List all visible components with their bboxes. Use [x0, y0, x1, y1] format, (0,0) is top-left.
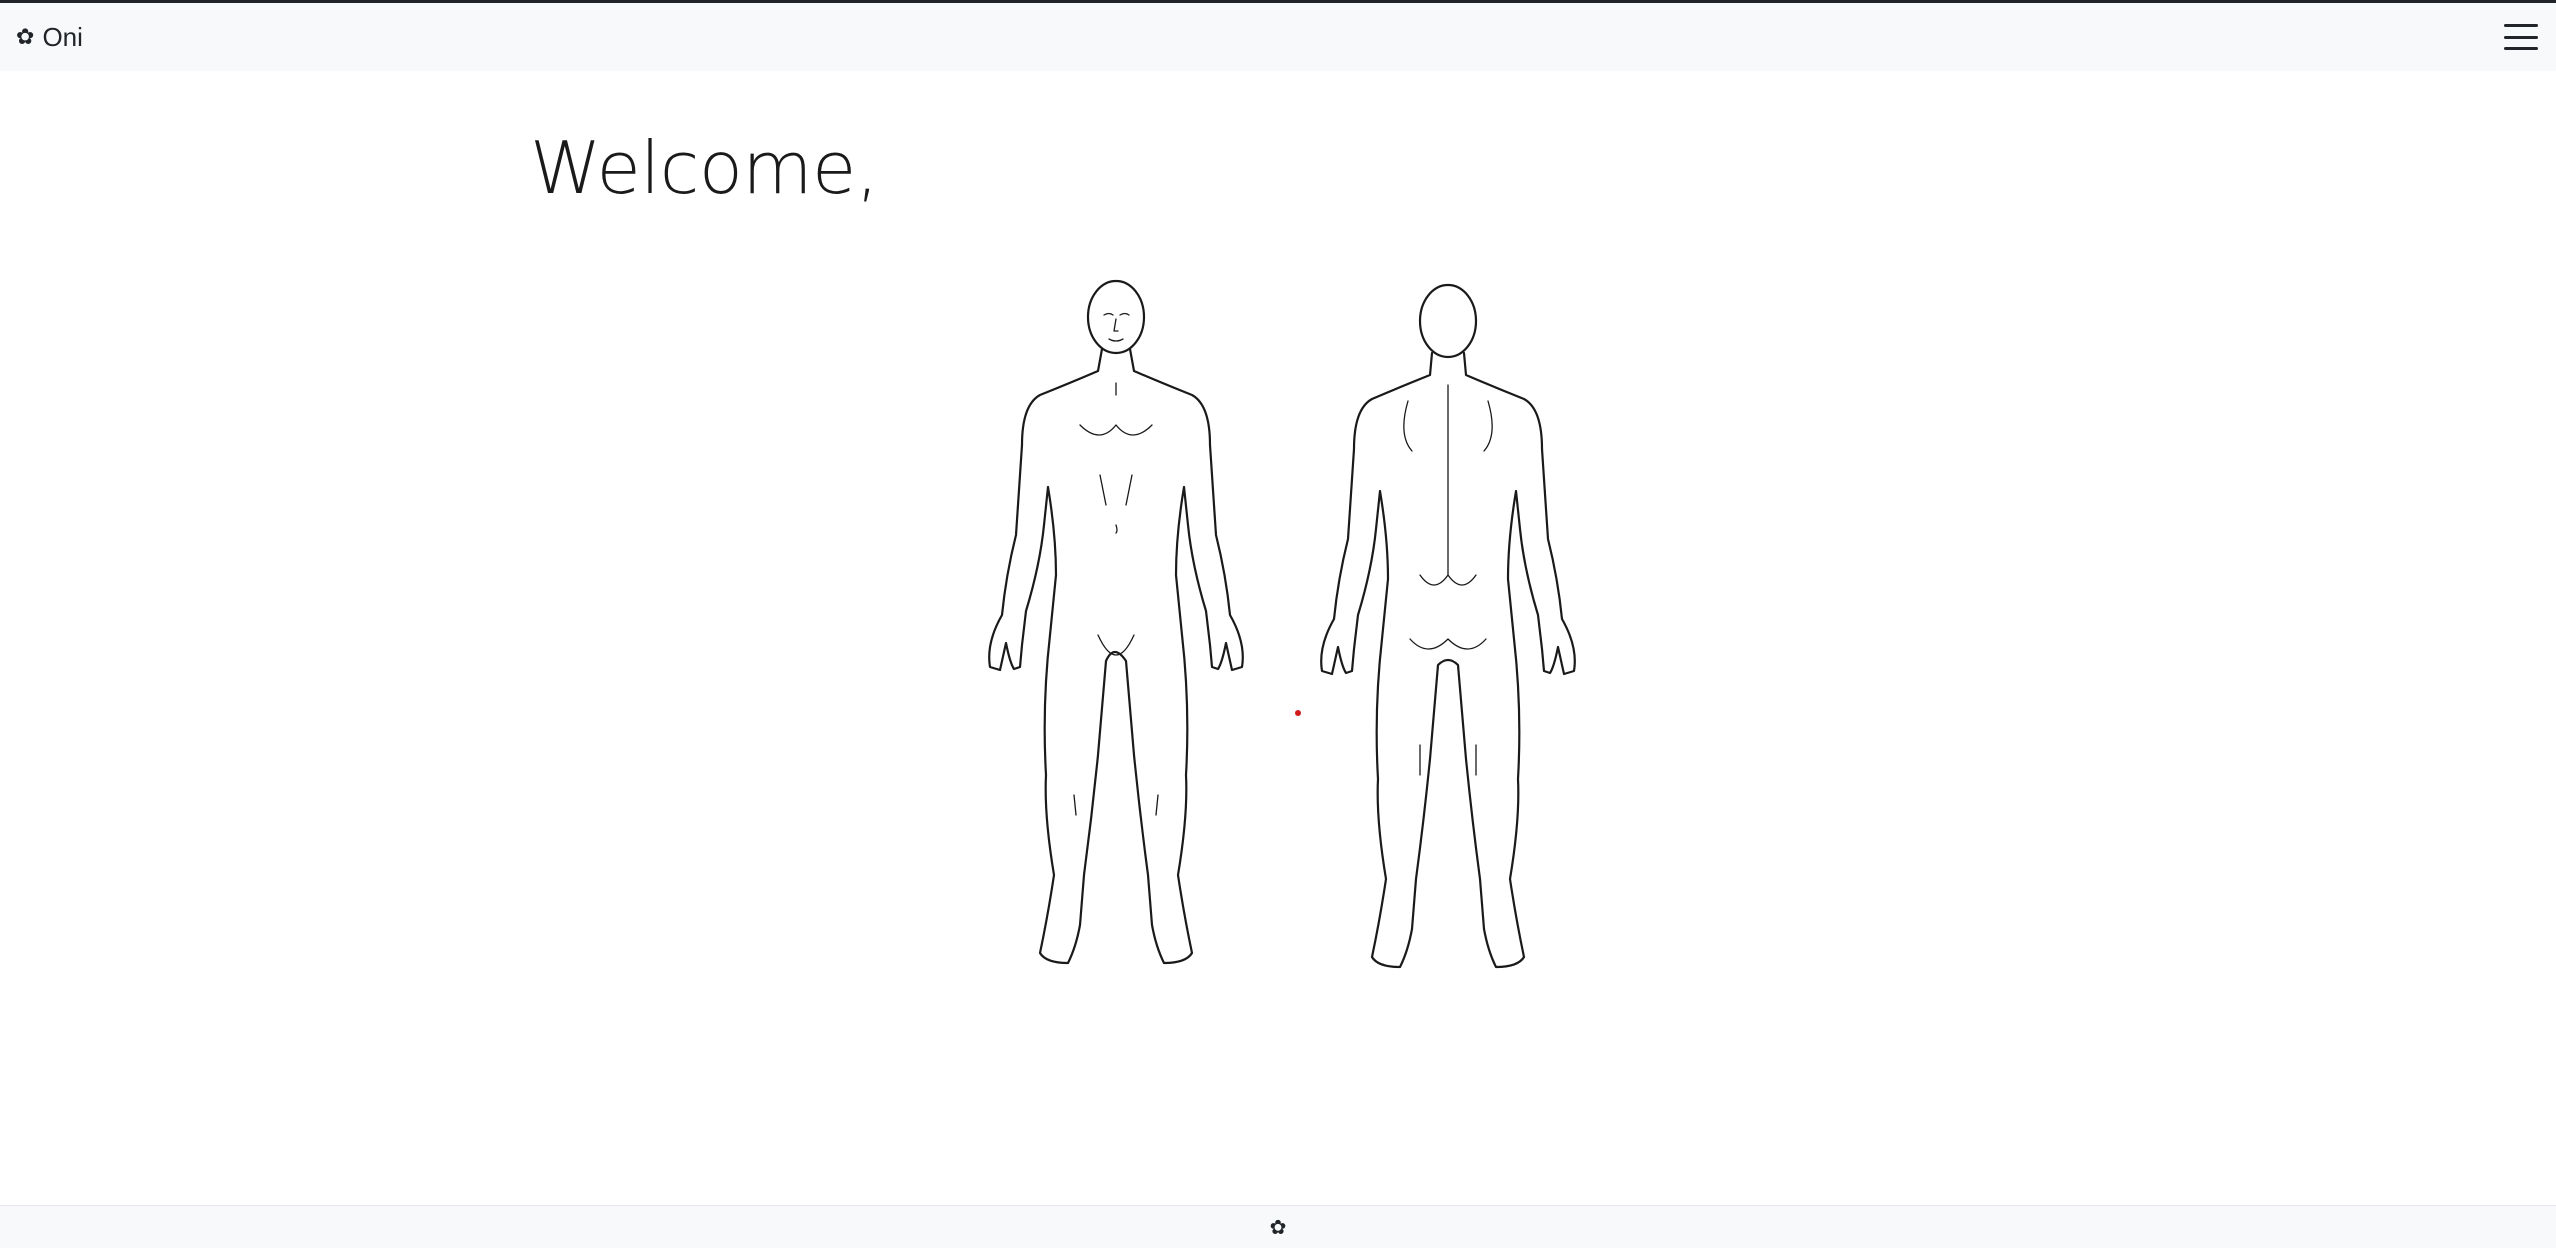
hamburger-line — [2504, 35, 2538, 39]
welcome-heading: Welcome, — [530, 126, 879, 210]
selected-point-marker — [1295, 710, 1301, 716]
main-content: Welcome, — [0, 71, 2556, 1205]
front-view[interactable] — [988, 279, 1244, 965]
brand-link[interactable]: ✿ Oni — [16, 22, 83, 53]
hamburger-menu-icon[interactable] — [2504, 21, 2540, 53]
flower-icon: ✿ — [1269, 1216, 1287, 1239]
back-head[interactable] — [1418, 283, 1478, 359]
brand-label: Oni — [42, 21, 83, 52]
body-diagram[interactable] — [980, 275, 1590, 975]
hamburger-line — [2504, 24, 2538, 27]
footer: ✿ — [0, 1205, 2556, 1248]
back-view[interactable] — [1320, 283, 1576, 969]
hamburger-line — [2504, 47, 2538, 50]
flower-icon: ✿ — [16, 24, 35, 49]
front-head[interactable] — [1086, 279, 1146, 355]
navbar: ✿ Oni — [0, 3, 2556, 71]
